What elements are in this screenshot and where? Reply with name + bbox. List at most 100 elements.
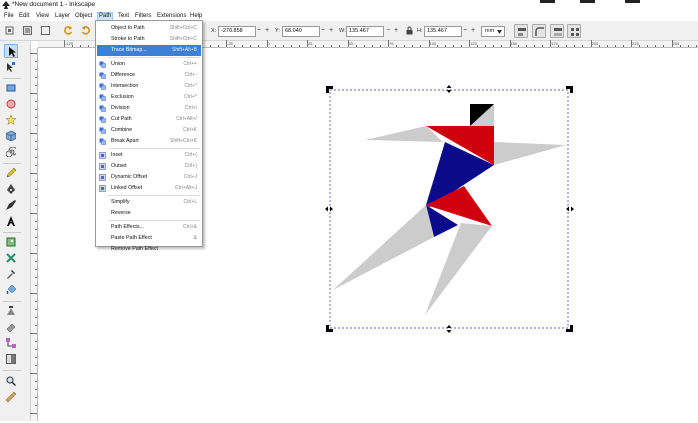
menu-item-path-effects[interactable]: Path Effects... Ctrl+&	[97, 222, 201, 233]
ruler-minor-tick	[250, 45, 252, 47]
menu-item-reverse[interactable]: Reverse	[97, 208, 201, 219]
menu-object[interactable]: Object	[74, 12, 93, 21]
resize-handle-nw[interactable]	[326, 86, 333, 93]
resize-handle-n[interactable]	[446, 85, 452, 93]
menu-file[interactable]: File	[3, 12, 15, 21]
menu-item-linked-offset[interactable]: Linked Offset Ctrl+Alt+J	[97, 183, 201, 194]
resize-handle-s[interactable]	[446, 325, 452, 333]
menu-view[interactable]: View	[35, 12, 50, 21]
maximize-button[interactable]	[580, 0, 595, 3]
scale-stroke-toggle[interactable]	[514, 24, 528, 38]
spiral-tool[interactable]	[4, 145, 18, 159]
menu-item-remove-path-effect[interactable]: Remove Path Effect	[97, 244, 201, 255]
ellipse-tool[interactable]	[4, 97, 18, 111]
menu-item-stroke-to-path[interactable]: Stroke to Path Shift+Ctrl+C	[97, 34, 201, 45]
node-tool[interactable]	[4, 60, 18, 74]
h-input[interactable]: 135.467	[424, 26, 462, 37]
scale-corners-toggle[interactable]	[532, 24, 546, 38]
menu-item-simplify[interactable]: Simplify Ctrl+L	[97, 197, 201, 208]
resize-handle-e[interactable]	[566, 206, 574, 212]
ruler-minor-tick	[622, 45, 624, 47]
star-tool[interactable]	[4, 113, 18, 127]
dropper-tool[interactable]	[4, 267, 18, 281]
minimize-button[interactable]	[540, 0, 555, 3]
h-decrement[interactable]: −	[463, 27, 467, 35]
h-increment[interactable]: +	[471, 27, 475, 35]
dynamic-offset-icon	[99, 174, 106, 181]
y-increment[interactable]: +	[329, 27, 333, 35]
tweak-tool[interactable]	[4, 304, 18, 318]
left-leg-shape	[333, 205, 434, 290]
spray-tool[interactable]	[4, 235, 18, 249]
menu-item-label: Dynamic Offset	[111, 174, 148, 180]
menu-item-union[interactable]: Union Ctrl++	[97, 59, 201, 70]
w-decrement[interactable]: −	[386, 27, 390, 35]
resize-handle-w[interactable]	[325, 206, 333, 212]
zoom-tool[interactable]	[4, 374, 18, 388]
ruler-minor-tick	[574, 45, 576, 47]
mesh-tool[interactable]	[4, 251, 18, 265]
ruler-tick	[35, 165, 37, 166]
menu-item-object-to-path[interactable]: Object to Path Shift+Ctrl+C	[97, 23, 201, 34]
menu-item-dynamic-offset[interactable]: Dynamic Offset Ctrl+J	[97, 172, 201, 183]
measure-tool[interactable]	[4, 390, 18, 404]
ruler-minor-tick	[412, 45, 414, 47]
menu-item-inset[interactable]: Inset Ctrl+(	[97, 150, 201, 161]
menu-item-break-apart[interactable]: Break Apart Shift+Ctrl+K	[97, 136, 201, 147]
ruler-tick	[35, 397, 37, 398]
pencil-tool[interactable]	[4, 166, 18, 180]
rectangle-tool[interactable]	[4, 81, 18, 95]
text-tool[interactable]	[4, 214, 18, 228]
resize-handle-ne[interactable]	[566, 86, 573, 93]
menu-item-intersection[interactable]: Intersection Ctrl+*	[97, 81, 201, 92]
menu-layer[interactable]: Layer	[54, 12, 71, 21]
eraser-tool[interactable]	[4, 320, 18, 334]
ruler-label: 50	[348, 41, 353, 46]
menu-item-label: Linked Offset	[111, 185, 143, 191]
unit-select[interactable]: mm	[481, 26, 505, 37]
ruler-label: 250	[672, 41, 680, 46]
select-all-icon[interactable]	[5, 26, 14, 35]
rotate-ccw-icon[interactable]	[64, 26, 73, 35]
x-increment[interactable]: +	[265, 27, 269, 35]
lock-icon[interactable]	[405, 26, 414, 35]
y-input[interactable]: 68.040	[282, 26, 320, 37]
rotate-cw-icon[interactable]	[81, 26, 90, 35]
move-patterns-toggle[interactable]	[567, 24, 581, 38]
ruler-minor-tick	[274, 45, 276, 47]
deselect-icon[interactable]	[41, 26, 50, 35]
3d-box-tool[interactable]	[4, 129, 18, 143]
menu-edit[interactable]: Edit	[18, 12, 30, 21]
ruler-tick	[35, 69, 37, 70]
pen-tool[interactable]	[4, 182, 18, 196]
ruler-tick	[35, 141, 37, 142]
resize-handle-se[interactable]	[566, 325, 573, 332]
ruler-minor-tick	[315, 45, 317, 47]
ruler-tick	[35, 221, 37, 222]
menu-item-trace-bitmap[interactable]: Trace Bitmap... Shift+Alt+B	[97, 45, 201, 56]
toolbox-separator	[3, 163, 21, 164]
calligraphy-tool[interactable]	[4, 198, 18, 212]
move-gradients-toggle[interactable]	[550, 24, 564, 38]
menu-item-division[interactable]: Division Ctrl+/	[97, 103, 201, 114]
w-increment[interactable]: +	[394, 27, 398, 35]
select-all-layers-icon[interactable]	[23, 26, 32, 35]
x-input[interactable]: -270.858	[218, 26, 256, 37]
menu-item-combine[interactable]: Combine Ctrl+K	[97, 125, 201, 136]
menu-item-cut-path[interactable]: Cut Path Ctrl+Alt+/	[97, 114, 201, 125]
chevron-down-icon	[497, 30, 502, 34]
y-decrement[interactable]: −	[321, 27, 325, 35]
close-button[interactable]	[625, 0, 640, 3]
connector-tool[interactable]	[4, 336, 18, 350]
menu-item-outset[interactable]: Outset Ctrl+)	[97, 161, 201, 172]
menu-item-exclusion[interactable]: Exclusion Ctrl+^	[97, 92, 201, 103]
menu-item-paste-path-effect[interactable]: Paste Path Effect &	[97, 233, 201, 244]
tweak-icon	[7, 306, 15, 315]
menu-item-difference[interactable]: Difference Ctrl+-	[97, 70, 201, 81]
resize-handle-sw[interactable]	[326, 325, 333, 332]
gradient-tool[interactable]	[4, 352, 18, 366]
x-decrement[interactable]: −	[257, 27, 261, 35]
paint-bucket-tool[interactable]	[4, 283, 18, 297]
w-input[interactable]: 135.467	[346, 26, 384, 37]
selector-tool[interactable]	[4, 44, 18, 58]
